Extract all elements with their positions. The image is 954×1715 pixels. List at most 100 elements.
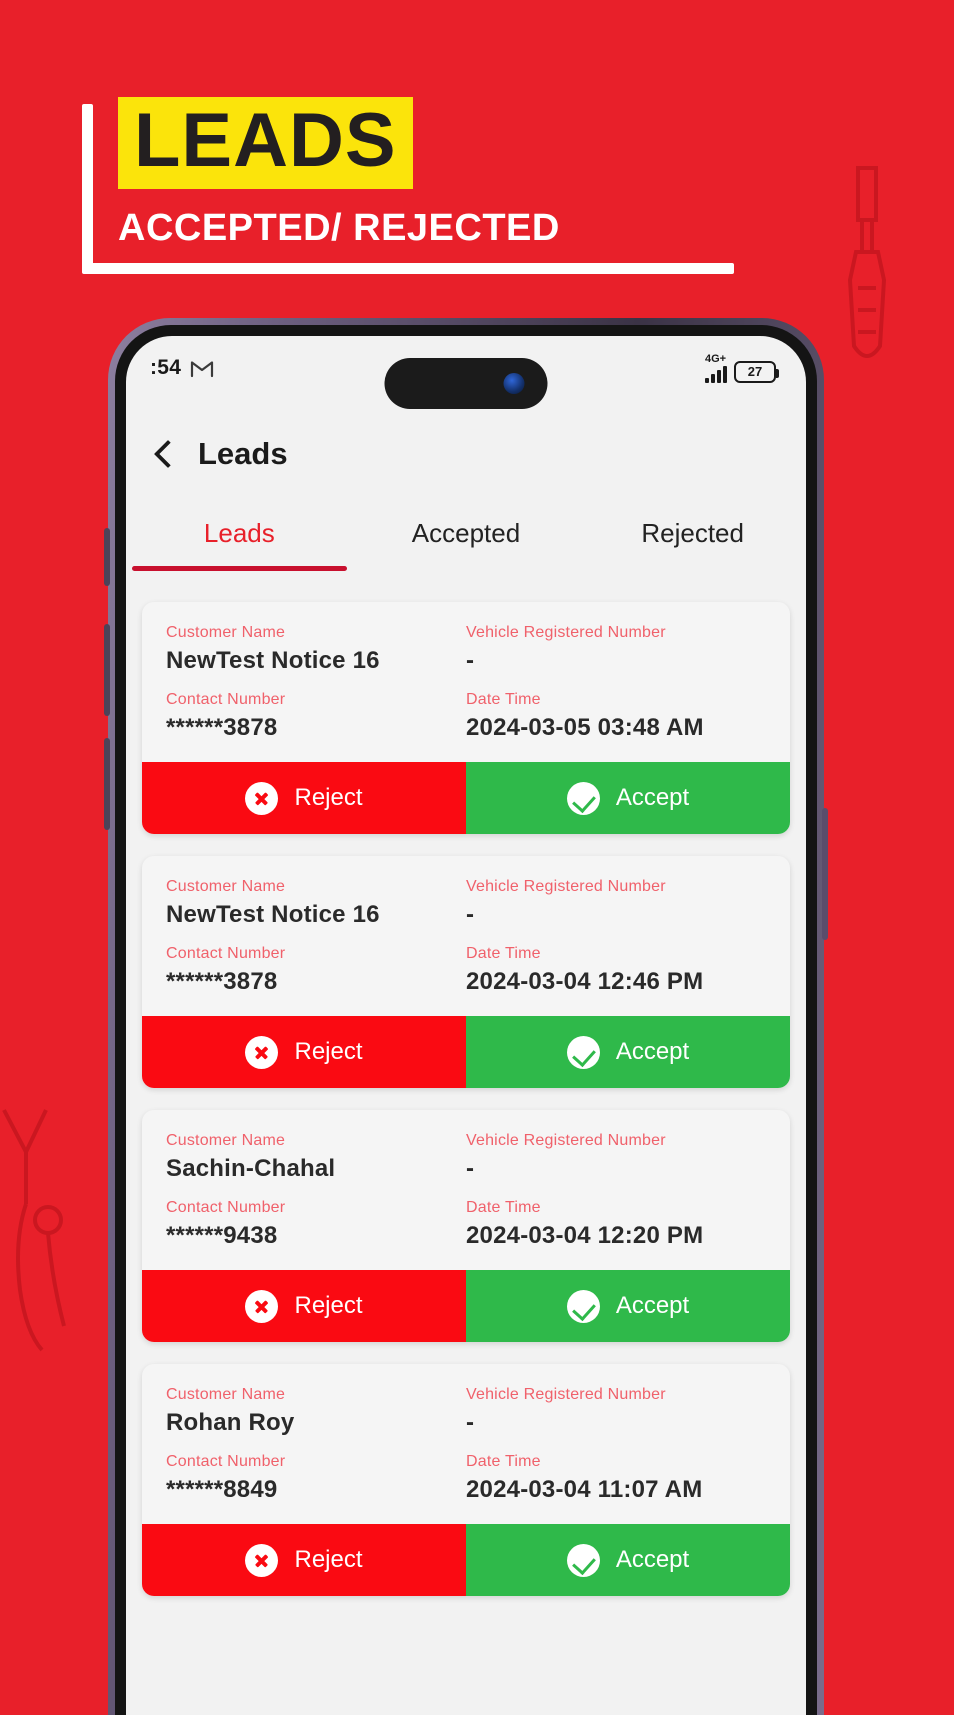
- field-label: Date Time: [466, 691, 541, 708]
- field-label: Vehicle Registered Number: [466, 1132, 666, 1149]
- tab-accepted-label: Accepted: [411, 517, 521, 548]
- field-label: Customer Name: [166, 1386, 286, 1403]
- accept-button-label: Accept: [615, 784, 690, 811]
- field-value: -: [466, 647, 475, 674]
- gmail-icon: [191, 361, 214, 378]
- reject-button[interactable]: Reject: [142, 762, 466, 834]
- field-vehicle-number: Vehicle Registered Number -: [466, 878, 766, 929]
- field-label: Customer Name: [166, 1132, 286, 1149]
- tab-leads-label: Leads: [203, 517, 275, 548]
- phone-side-button-silent[interactable]: [104, 528, 110, 586]
- tab-accepted[interactable]: Accepted: [353, 518, 580, 549]
- field-contact-number: Contact Number ******8849: [166, 1453, 466, 1504]
- field-label: Date Time: [466, 1199, 541, 1216]
- tab-bar: Leads Accepted Rejected: [126, 486, 806, 580]
- lead-card-body: Customer Name Rohan Roy Vehicle Register…: [142, 1364, 790, 1524]
- tab-rejected[interactable]: Rejected: [579, 518, 806, 549]
- field-vehicle-number: Vehicle Registered Number -: [466, 624, 766, 675]
- banner-bracket-vertical: [82, 104, 93, 272]
- field-value: -: [466, 901, 475, 928]
- accept-button[interactable]: Accept: [466, 1270, 790, 1342]
- field-date-time: Date Time 2024-03-04 12:46 PM: [466, 945, 766, 996]
- field-value: Sachin-Chahal: [166, 1155, 336, 1182]
- reject-button[interactable]: Reject: [142, 1016, 466, 1088]
- dynamic-island: [384, 358, 548, 409]
- field-label: Vehicle Registered Number: [466, 624, 666, 641]
- field-value: ******3878: [166, 968, 278, 995]
- phone-mockup: :54 4G+ 27 Leads Leads Accepted Rejected…: [104, 318, 828, 1715]
- lead-card[interactable]: Customer Name Sachin-Chahal Vehicle Regi…: [142, 1110, 790, 1342]
- reject-circle-x-icon: [245, 1035, 279, 1069]
- field-date-time: Date Time 2024-03-04 11:07 AM: [466, 1453, 766, 1504]
- lead-card-body: Customer Name NewTest Notice 16 Vehicle …: [142, 856, 790, 1016]
- reject-button[interactable]: Reject: [142, 1524, 466, 1596]
- phone-side-button-power[interactable]: [822, 808, 828, 940]
- phone-frame: :54 4G+ 27 Leads Leads Accepted Rejected…: [104, 318, 828, 1715]
- field-label: Contact Number: [166, 1453, 286, 1470]
- lead-card-actions: Reject Accept: [142, 1016, 790, 1088]
- field-value: 2024-03-04 11:07 AM: [466, 1476, 703, 1503]
- accept-button[interactable]: Accept: [466, 1524, 790, 1596]
- field-value: ******8849: [166, 1476, 278, 1503]
- banner-title: LEADS: [134, 98, 397, 183]
- marketing-banner: LEADS ACCEPTED/ REJECTED: [0, 0, 954, 300]
- lead-card-actions: Reject Accept: [142, 762, 790, 834]
- reject-circle-x-icon: [245, 1543, 279, 1577]
- field-value: ******9438: [166, 1222, 278, 1249]
- field-customer-name: Customer Name NewTest Notice 16: [166, 624, 466, 675]
- battery-icon: 27: [734, 360, 779, 383]
- lead-card[interactable]: Customer Name Rohan Roy Vehicle Register…: [142, 1364, 790, 1596]
- reject-circle-x-icon: [245, 1289, 279, 1323]
- lead-card-body: Customer Name Sachin-Chahal Vehicle Regi…: [142, 1110, 790, 1270]
- field-value: 2024-03-04 12:46 PM: [466, 968, 704, 995]
- field-contact-number: Contact Number ******9438: [166, 1199, 466, 1250]
- field-value: ******3878: [166, 714, 278, 741]
- lead-card-actions: Reject Accept: [142, 1524, 790, 1596]
- field-label: Vehicle Registered Number: [466, 878, 666, 895]
- field-value: 2024-03-05 03:48 AM: [466, 714, 704, 741]
- banner-bracket-horizontal: [82, 263, 734, 274]
- status-bar-left: :54: [150, 356, 214, 380]
- field-label: Contact Number: [166, 945, 286, 962]
- banner-subtitle: ACCEPTED/ REJECTED: [118, 207, 560, 249]
- accept-circle-check-icon: [566, 781, 600, 815]
- reject-button[interactable]: Reject: [142, 1270, 466, 1342]
- field-vehicle-number: Vehicle Registered Number -: [466, 1386, 766, 1437]
- leads-list[interactable]: Customer Name NewTest Notice 16 Vehicle …: [126, 580, 806, 1596]
- banner-title-highlight: LEADS: [118, 97, 413, 189]
- accept-button[interactable]: Accept: [466, 1016, 790, 1088]
- tab-leads[interactable]: Leads: [126, 517, 353, 571]
- accept-button-label: Accept: [615, 1038, 690, 1065]
- lead-card[interactable]: Customer Name NewTest Notice 16 Vehicle …: [142, 602, 790, 834]
- accept-button[interactable]: Accept: [466, 762, 790, 834]
- phone-bezel: :54 4G+ 27 Leads Leads Accepted Rejected…: [115, 325, 817, 1715]
- field-customer-name: Customer Name NewTest Notice 16: [166, 878, 466, 929]
- field-label: Contact Number: [166, 1199, 286, 1216]
- field-contact-number: Contact Number ******3878: [166, 945, 466, 996]
- status-bar: :54 4G+ 27: [126, 336, 806, 409]
- field-value: NewTest Notice 16: [166, 647, 380, 674]
- phone-screen: :54 4G+ 27 Leads Leads Accepted Rejected…: [126, 336, 806, 1715]
- page-title: Leads: [198, 436, 288, 471]
- field-label: Vehicle Registered Number: [466, 1386, 666, 1403]
- lead-card-actions: Reject Accept: [142, 1270, 790, 1342]
- field-date-time: Date Time 2024-03-05 03:48 AM: [466, 691, 766, 742]
- tab-rejected-label: Rejected: [641, 517, 744, 548]
- phone-side-button-volume-up[interactable]: [104, 624, 110, 716]
- field-label: Date Time: [466, 945, 541, 962]
- field-contact-number: Contact Number ******3878: [166, 691, 466, 742]
- lead-card[interactable]: Customer Name NewTest Notice 16 Vehicle …: [142, 856, 790, 1088]
- accept-circle-check-icon: [566, 1543, 600, 1577]
- field-date-time: Date Time 2024-03-04 12:20 PM: [466, 1199, 766, 1250]
- field-value: NewTest Notice 16: [166, 901, 380, 928]
- field-value: 2024-03-04 12:20 PM: [466, 1222, 704, 1249]
- phone-side-button-volume-down[interactable]: [104, 738, 110, 830]
- field-vehicle-number: Vehicle Registered Number -: [466, 1132, 766, 1183]
- reject-button-label: Reject: [294, 1292, 363, 1319]
- field-label: Customer Name: [166, 878, 286, 895]
- back-chevron-icon[interactable]: [150, 441, 176, 467]
- field-customer-name: Customer Name Sachin-Chahal: [166, 1132, 466, 1183]
- field-label: Date Time: [466, 1453, 541, 1470]
- field-label: Customer Name: [166, 624, 286, 641]
- reject-circle-x-icon: [245, 781, 279, 815]
